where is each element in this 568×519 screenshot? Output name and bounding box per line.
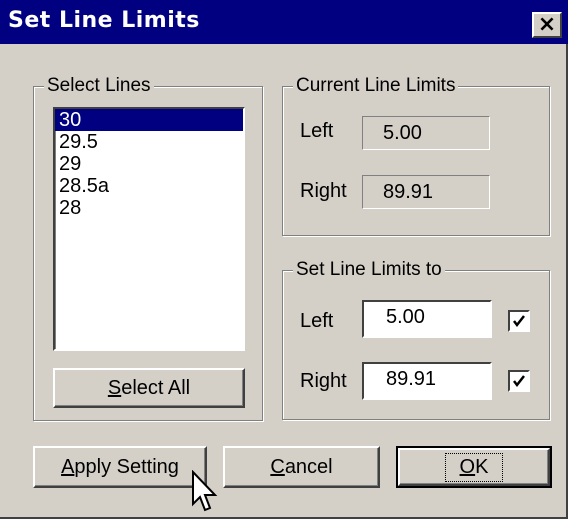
ok-label: OK xyxy=(444,452,504,482)
apply-setting-label: Apply Setting xyxy=(61,455,179,478)
current-left-label: Left xyxy=(300,120,334,142)
right-limit-checkbox[interactable] xyxy=(508,370,530,392)
current-line-limits-group: Current Line Limits xyxy=(282,74,550,236)
cancel-button[interactable]: Cancel xyxy=(223,446,380,488)
mouse-pointer-icon xyxy=(192,470,218,512)
select-all-button[interactable]: Select All xyxy=(53,368,245,408)
list-item[interactable]: 29 xyxy=(55,153,243,175)
select-all-label: Select All xyxy=(107,376,191,399)
close-icon: × xyxy=(537,12,557,37)
cancel-label: Cancel xyxy=(270,455,333,478)
lines-listbox[interactable]: 30 29.5 29 28.5a 28 xyxy=(53,107,245,351)
select-lines-label: Select Lines xyxy=(44,74,154,98)
left-limit-checkbox[interactable] xyxy=(508,310,530,332)
window-title: Set Line Limits xyxy=(8,8,200,33)
checkmark-icon xyxy=(513,375,525,388)
set-line-limits-label: Set Line Limits to xyxy=(293,258,445,282)
list-item[interactable]: 28.5a xyxy=(55,175,243,197)
apply-setting-button[interactable]: Apply Setting xyxy=(33,446,207,488)
current-right-value: 89.91 xyxy=(362,175,490,209)
set-right-label: Right xyxy=(300,370,347,392)
current-line-limits-label: Current Line Limits xyxy=(293,74,459,98)
list-item[interactable]: 30 xyxy=(55,109,243,131)
left-limit-input[interactable]: 5.00 xyxy=(362,300,492,338)
close-button[interactable]: × xyxy=(532,12,562,38)
set-line-limits-dialog: Set Line Limits × Select Lines 30 29.5 2… xyxy=(0,0,568,519)
right-limit-input[interactable]: 89.91 xyxy=(362,362,492,400)
current-left-value: 5.00 xyxy=(362,116,490,150)
current-right-label: Right xyxy=(300,180,347,202)
list-item[interactable]: 29.5 xyxy=(55,131,243,153)
list-item[interactable]: 28 xyxy=(55,197,243,219)
ok-button[interactable]: OK xyxy=(396,446,552,488)
set-left-label: Left xyxy=(300,310,334,332)
title-bar[interactable]: Set Line Limits × xyxy=(0,0,568,44)
checkmark-icon xyxy=(513,315,525,328)
